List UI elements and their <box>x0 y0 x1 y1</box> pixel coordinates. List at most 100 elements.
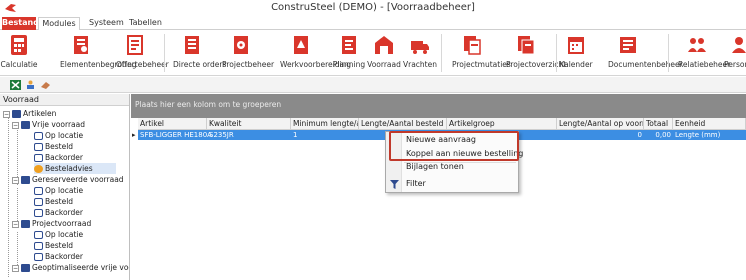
collapse-icon[interactable]: − <box>12 176 19 184</box>
list-icon <box>34 187 43 195</box>
persone-button[interactable]: Persone <box>724 32 746 74</box>
tree-connector <box>8 117 9 277</box>
tree-node-backorder[interactable]: Backorder <box>34 207 83 218</box>
column-header-totaal[interactable]: Totaal <box>644 118 673 130</box>
tree-node-label: Backorder <box>45 153 83 162</box>
tab-tabellen[interactable]: Tabellen <box>124 17 167 30</box>
ribbon-separator <box>441 34 442 72</box>
tree-node-artikelen[interactable]: − Artikelen <box>3 108 56 119</box>
collapse-icon[interactable]: − <box>12 220 19 228</box>
tab-modules[interactable]: Modules <box>38 17 80 31</box>
tree-node-label: Besteld <box>45 197 74 206</box>
mutations-icon <box>464 36 481 55</box>
column-header-op-voorraad[interactable]: Lengte/Aantal op voorraad <box>557 118 644 130</box>
vrachten-label: Vrachten <box>403 60 437 69</box>
excel-export-icon[interactable] <box>10 80 21 90</box>
menu-item-bijlagen-tonen[interactable]: Bijlagen tonen <box>406 161 464 173</box>
cell-totaal[interactable]: 0,00 <box>644 130 673 140</box>
documentenbeheer-label: Documentenbeheer <box>608 60 683 69</box>
cell-eenheid[interactable]: Lengte (mm) <box>673 130 746 140</box>
column-header-artikelgroep[interactable]: Artikelgroep <box>447 118 557 130</box>
column-header-artikel[interactable]: Artikel <box>138 118 207 130</box>
tree-node-label: Artikelen <box>23 109 57 118</box>
relatiebeheer-button[interactable]: Relatiebeheer <box>678 32 730 74</box>
column-header-minimum[interactable]: Minimum lengte/aantal <box>291 118 359 130</box>
persone-label: Persone <box>724 60 746 69</box>
group-panel[interactable]: Plaats hier een kolom om te groeperen <box>131 94 746 118</box>
ribbon-separator <box>668 34 669 72</box>
list-icon <box>34 143 43 151</box>
tab-bestand[interactable]: Bestand <box>2 17 39 30</box>
ribbon-tabs: Bestand Modules Systeem Tabellen <box>0 16 746 31</box>
tab-systeem[interactable]: Systeem <box>84 17 129 30</box>
tree-node-gereserveerde-voorraad[interactable]: − Gereserveerde voorraad <box>12 174 124 185</box>
collapse-icon[interactable]: − <box>3 110 10 118</box>
planning-button[interactable]: Planning <box>333 32 365 74</box>
filter-icon <box>390 180 399 189</box>
stock-folder-icon <box>21 121 30 129</box>
list-icon <box>34 242 43 250</box>
tree-node-geoptimaliseerde-vrije-voorraad[interactable]: − Geoptimaliseerde vrije voor <box>12 262 129 273</box>
tree-node-label: Besteld <box>45 241 74 250</box>
orders-icon <box>185 36 199 54</box>
elementenbegroting-label: Elementenbegroting <box>60 60 137 69</box>
ribbon-separator <box>164 34 165 72</box>
row-pointer-icon: ▸ <box>132 131 136 139</box>
cell-artikel[interactable]: SFB-LIGGER HE180A <box>138 130 212 140</box>
list-icon <box>34 253 43 261</box>
calculatie-label: Calculatie <box>0 60 38 69</box>
projectoverzicht-label: Projectoverzicht <box>506 60 567 69</box>
column-header-kwaliteit[interactable]: Kwaliteit <box>207 118 291 130</box>
quick-toolbar <box>0 77 746 93</box>
kalender-button[interactable]: Kalender <box>559 32 593 74</box>
planning-icon <box>342 36 356 54</box>
tree-node-label: Backorder <box>45 252 83 261</box>
column-header-eenheid[interactable]: Eenheid <box>673 118 746 130</box>
tree-node-vrije-voorraad[interactable]: − Vrije voorraad <box>12 119 85 130</box>
tree-node-besteld[interactable]: Besteld <box>34 240 73 251</box>
voorraad-label: Voorraad <box>367 60 401 69</box>
menu-item-filter[interactable]: Filter <box>406 178 426 190</box>
werkvoorbereiding-label: Werkvoorbereiding <box>280 60 352 69</box>
tree-node-besteld[interactable]: Besteld <box>34 196 73 207</box>
title-bar: ConstruSteel (DEMO) - [Voorraadbeheer] <box>0 0 746 16</box>
projectbeheer-button[interactable]: Projectbeheer <box>222 32 274 74</box>
tree-node-backorder[interactable]: Backorder <box>34 152 83 163</box>
tree-node-projectvoorraad[interactable]: − Projectvoorraad <box>12 218 91 229</box>
vrachten-button[interactable]: Vrachten <box>403 32 437 74</box>
offertebeheer-label: Offertebeheer <box>116 60 169 69</box>
elementenbegroting-button[interactable]: Elementenbegroting <box>60 32 137 74</box>
annotation-highlight <box>389 131 519 161</box>
tree-node-label: Backorder <box>45 208 83 217</box>
tree-node-besteladvies[interactable]: Besteladvies <box>34 163 116 174</box>
tree-node-besteld[interactable]: Besteld <box>34 141 73 152</box>
collapse-icon[interactable]: − <box>12 264 19 272</box>
tree-node-backorder[interactable]: Backorder <box>34 251 83 262</box>
werkvoorbereiding-button[interactable]: Werkvoorbereiding <box>280 32 351 74</box>
projectoverzicht-button[interactable]: Projectoverzicht <box>506 32 566 74</box>
tree-node-op-locatie[interactable]: Op locatie <box>34 130 83 141</box>
voorraad-button[interactable]: Voorraad <box>367 32 401 74</box>
calculatie-button[interactable]: Calculatie <box>0 32 38 74</box>
elements-icon <box>74 36 88 54</box>
stock-folder-icon <box>21 264 30 272</box>
cell-op-voorraad[interactable]: 0 <box>557 130 644 140</box>
projectmutaties-label: Projectmutaties <box>452 60 511 69</box>
collapse-icon[interactable]: − <box>12 121 19 129</box>
person-tree-icon[interactable] <box>25 80 36 90</box>
projectbeheer-label: Projectbeheer <box>222 60 275 69</box>
offertebeheer-button[interactable]: Offertebeheer <box>116 32 169 74</box>
ribbon-separator <box>556 34 557 72</box>
preparation-icon <box>294 36 308 54</box>
column-header-besteld[interactable]: Lengte/Aantal besteld <box>359 118 447 130</box>
tree-node-op-locatie[interactable]: Op locatie <box>34 229 83 240</box>
eraser-icon[interactable] <box>40 80 51 90</box>
tree-node-op-locatie[interactable]: Op locatie <box>34 185 83 196</box>
cell-kwaliteit[interactable]: S235JR <box>207 130 291 140</box>
documentenbeheer-button[interactable]: Documentenbeheer <box>608 32 683 74</box>
kalender-label: Kalender <box>559 60 593 69</box>
projectmutaties-button[interactable]: Projectmutaties <box>452 32 511 74</box>
tree-node-label: Op locatie <box>45 230 84 239</box>
cell-minimum[interactable]: 1 <box>291 130 359 140</box>
directe-orders-button[interactable]: Directe orders <box>173 32 226 74</box>
